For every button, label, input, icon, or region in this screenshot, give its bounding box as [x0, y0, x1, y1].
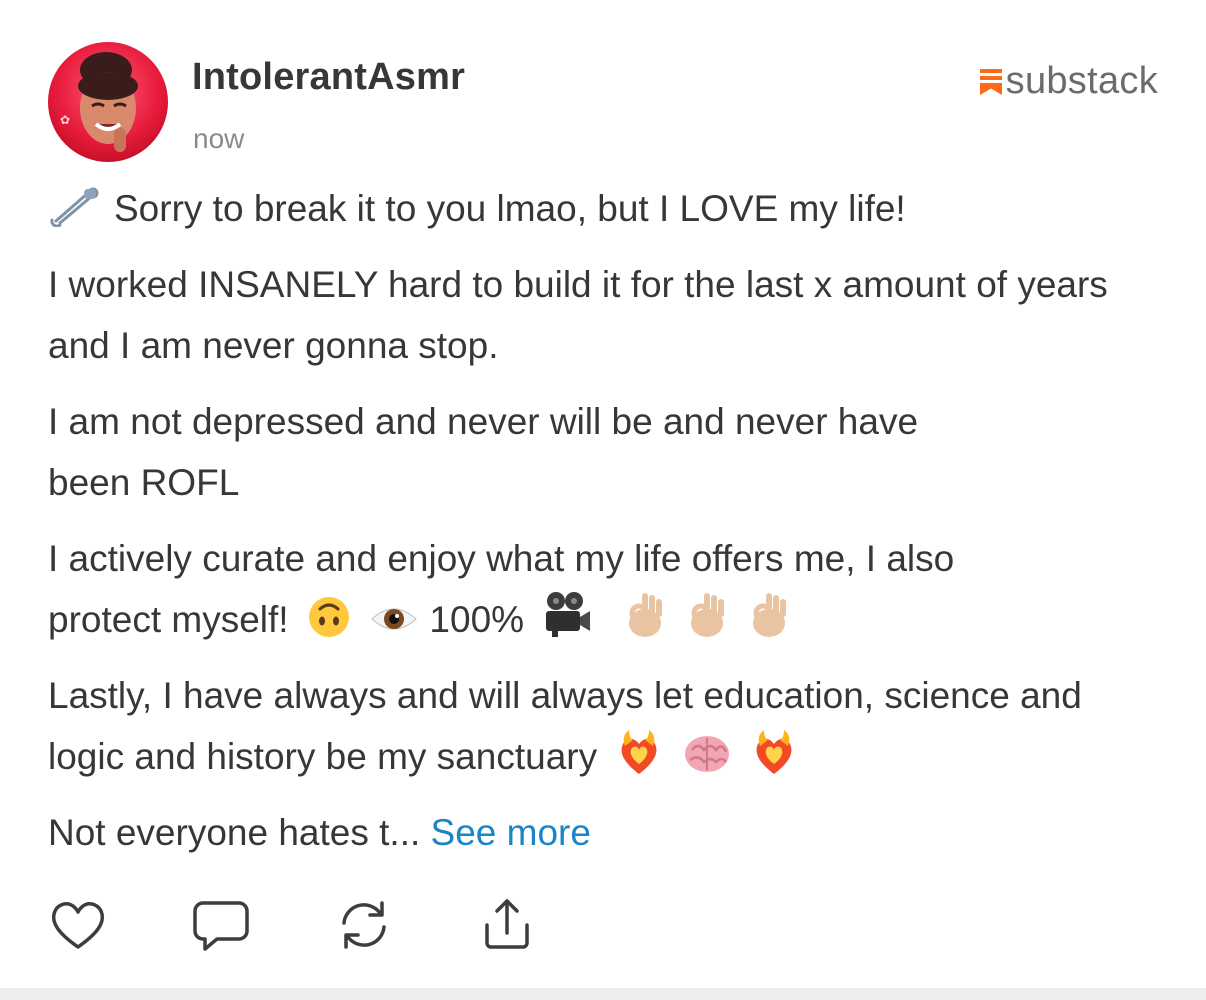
paragraph-6: Not everyone hates t... See more — [48, 802, 1158, 863]
percent-text: 100% — [429, 599, 525, 640]
like-button[interactable] — [48, 895, 108, 955]
paragraph-2: I worked INSANELY hard to build it for t… — [48, 264, 1108, 366]
heart-icon — [51, 902, 105, 949]
paragraph-5-text: Lastly, I have always and will always le… — [48, 675, 1082, 777]
paragraph-3: I am not depressed and never will be and… — [48, 391, 1158, 513]
comment-icon — [193, 901, 249, 951]
note-body: Sorry to break it to you lmao, but I LOV… — [48, 178, 1158, 878]
paragraph-6-text: Not everyone hates t... — [48, 812, 421, 853]
paragraph-3-line-1: I am not depressed and never will be and… — [48, 401, 919, 442]
note-actions — [48, 895, 620, 955]
paragraph-1-text: Sorry to break it to you lmao, but I LOV… — [114, 188, 906, 229]
paragraph-5: Lastly, I have always and will always le… — [48, 665, 1158, 787]
share-button[interactable] — [477, 895, 537, 955]
ok-hand-emoji — [690, 593, 724, 637]
upside-down-face-emoji — [308, 597, 349, 637]
brain-emoji — [684, 736, 729, 772]
paragraph-4: I actively curate and enjoy what my life… — [48, 528, 1158, 650]
brand-name: substack — [1005, 60, 1158, 102]
ok-hand-emoji — [628, 593, 662, 637]
comment-button[interactable] — [191, 895, 251, 955]
paragraph-4-line-1: I actively curate and enjoy what my life… — [48, 538, 955, 579]
heart-on-fire-emoji — [756, 730, 792, 774]
timestamp: now — [193, 123, 245, 154]
ok-hand-group — [615, 593, 792, 640]
share-icon — [485, 899, 529, 949]
safety-pin-icon — [50, 187, 99, 227]
ok-hand-emoji — [753, 593, 787, 637]
avatar[interactable]: ✿ — [48, 42, 168, 162]
substack-brand[interactable]: substack — [979, 60, 1158, 103]
author-name[interactable]: IntolerantAsmr — [192, 56, 465, 99]
svg-text:✿: ✿ — [60, 113, 70, 127]
paragraph-1: Sorry to break it to you lmao, but I LOV… — [48, 178, 1158, 239]
substack-logo-icon — [979, 68, 1002, 95]
bottom-divider — [0, 988, 1206, 1000]
heart-on-fire-emoji — [621, 730, 657, 774]
eye-emoji — [371, 608, 417, 630]
restack-button[interactable] — [334, 895, 394, 955]
note-card: ✿ IntolerantAsmr now substack Sorry to b… — [0, 0, 1206, 1000]
paragraph-4-line-2: protect myself! — [48, 599, 289, 640]
see-more-link[interactable]: See more — [431, 812, 591, 853]
paragraph-3-line-2: been ROFL — [48, 462, 240, 503]
restack-icon — [342, 901, 386, 949]
movie-camera-emoji — [546, 592, 591, 637]
